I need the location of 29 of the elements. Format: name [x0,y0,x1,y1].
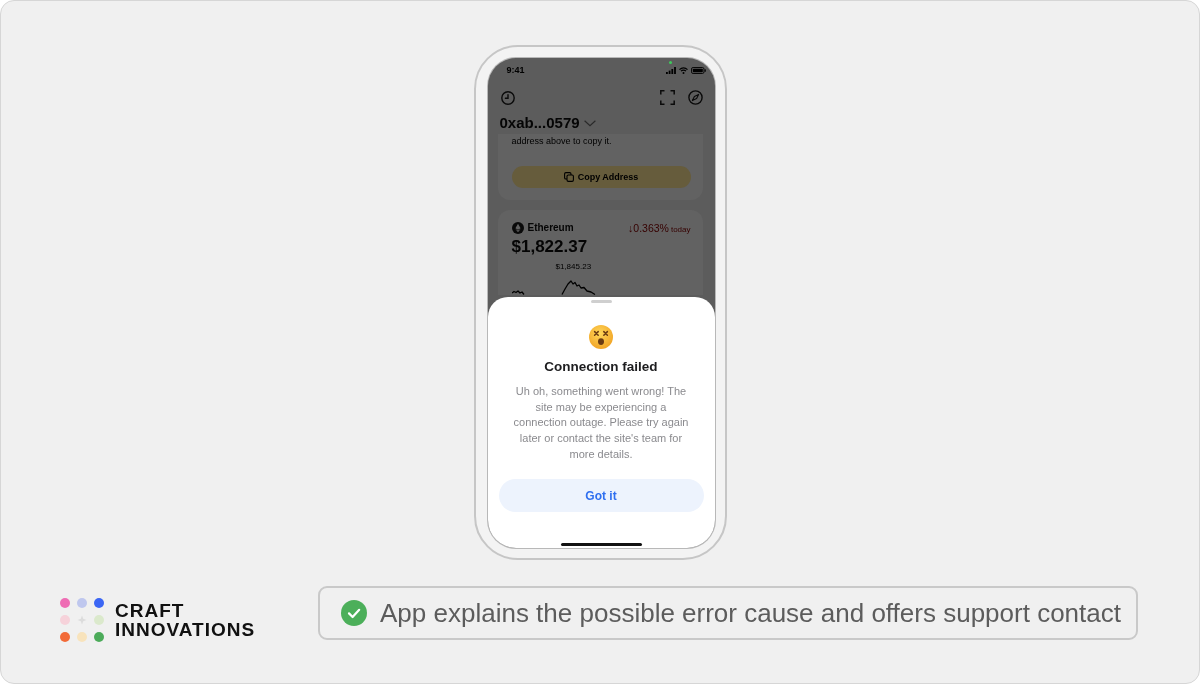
copy-address-button[interactable]: Copy Address [511,166,691,188]
error-message: Uh oh, something went wrong! The site may be experiencing a connection outage. Please try again later or contact the site's team for more details. [512,384,690,462]
scan-icon[interactable] [659,90,675,105]
change-period: today [670,225,691,234]
dizzy-face-icon [589,325,613,349]
asset-name: Ethereum [527,222,574,234]
asset-price: $1,822.37 [511,238,588,256]
wallet-address[interactable]: 0xab...0579 [499,115,580,131]
copy-icon [563,172,574,182]
compass-icon[interactable] [687,90,703,105]
home-indicator-icon [560,543,642,546]
price-change: ↓0.363% [628,222,669,234]
brand-name: CRAFT INNOVATIONS [115,601,256,639]
peak-price-label: $1,845.23 [555,262,592,271]
ethereum-icon [511,222,524,234]
chevron-down-icon[interactable] [583,119,596,127]
got-it-button[interactable]: Got it [498,479,704,512]
check-circle-icon [341,600,367,626]
clock-icon[interactable] [500,90,515,105]
wifi-icon [678,66,688,74]
battery-icon [690,66,706,74]
caption-text: App explains the possible error cause and offers support contact [380,597,1121,629]
copy-hint-text: address above to copy it. [511,136,613,147]
signal-icon [665,66,676,74]
indicator-dot-icon [668,61,672,64]
sheet-title: Connection failed [544,359,658,375]
drag-handle-icon[interactable] [590,300,612,303]
status-time: 9:41 [506,65,525,75]
craft-logo-icon [60,598,104,642]
